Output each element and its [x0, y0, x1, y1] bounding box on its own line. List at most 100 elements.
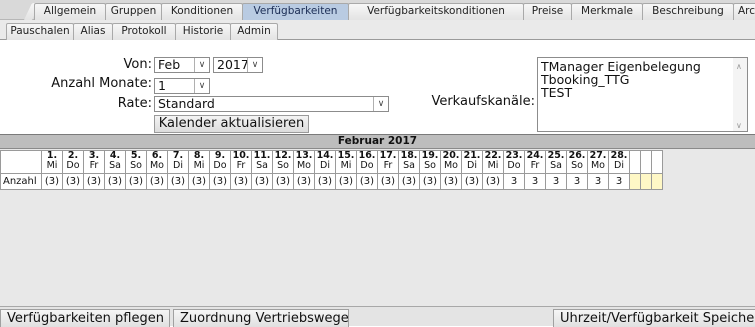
weekday: Do — [507, 160, 521, 171]
calendar-availability-cell[interactable]: (3) — [482, 173, 504, 190]
tab-konditionen[interactable]: Konditionen — [161, 3, 243, 20]
calendar-availability-cell[interactable]: 3 — [587, 173, 609, 190]
calendar-day-header: 12. So — [272, 150, 294, 174]
calendar-availability-cell[interactable]: (3) — [461, 173, 483, 190]
kalender-aktualisieren-button[interactable]: Kalender aktualisieren — [154, 115, 309, 133]
weekday: Mo — [296, 160, 311, 171]
weekday: Di — [614, 160, 624, 171]
weekday: Sa — [550, 160, 562, 171]
chevron-down-icon: ∨ — [373, 97, 388, 111]
weekday: Di — [320, 160, 330, 171]
von-label: Von: — [123, 57, 152, 72]
calendar-spacer-header — [640, 150, 652, 174]
calendar-day-header: 7. Di — [167, 150, 189, 174]
calendar-availability-cell[interactable]: (3) — [188, 173, 210, 190]
calendar-availability-cell[interactable]: 3 — [608, 173, 630, 190]
calendar-availability-cell[interactable]: (3) — [356, 173, 378, 190]
weekday: Fr — [530, 160, 540, 171]
calendar-day-header: 20. Mo — [440, 150, 462, 174]
calendar-day-header: 9. Do — [209, 150, 231, 174]
calendar-availability-cell[interactable]: (3) — [125, 173, 147, 190]
calendar-availability-cell[interactable]: 3 — [545, 173, 567, 190]
calendar-availability-cell[interactable]: (3) — [419, 173, 441, 190]
weekday: So — [424, 160, 436, 171]
subtab-admin[interactable]: Admin — [230, 23, 278, 40]
subtab-pauschalen[interactable]: Pauschalen — [6, 23, 74, 40]
calendar-availability-cell[interactable]: (3) — [314, 173, 336, 190]
calendar-day-header: 11. Sa — [251, 150, 273, 174]
calendar-month-title: Februar 2017 — [0, 134, 755, 149]
anzahl-monate-select[interactable]: 1 ∨ — [154, 78, 210, 94]
subtab-historie[interactable]: Historie — [175, 23, 231, 40]
calendar-availability-cell[interactable]: (3) — [104, 173, 126, 190]
tab-gruppen[interactable]: Gruppen — [105, 3, 162, 20]
tab-beschreibung[interactable]: Beschreibung — [642, 3, 734, 20]
tab-archiv[interactable]: Archiv — [733, 3, 755, 20]
calendar-day-header: 24. Fr — [524, 150, 546, 174]
tab-merkmale[interactable]: Merkmale — [571, 3, 643, 20]
calendar-day-header: 28. Di — [608, 150, 630, 174]
von-month-select[interactable]: Feb ∨ — [154, 57, 210, 73]
weekday: Sa — [403, 160, 415, 171]
tab-allgemein[interactable]: Allgemein — [34, 3, 106, 20]
tab-verfuegbarkeiten[interactable]: Verfügbarkeiten — [242, 3, 349, 20]
calendar-day-header: 25. Sa — [545, 150, 567, 174]
calendar-row-label: Anzahl — [0, 173, 42, 190]
subtab-alias[interactable]: Alias — [73, 23, 113, 40]
calendar-availability-cell[interactable]: (3) — [230, 173, 252, 190]
calendar-availability-cell[interactable]: (3) — [272, 173, 294, 190]
calendar-availability-cell[interactable]: 3 — [566, 173, 588, 190]
calendar-availability-cell[interactable]: (3) — [62, 173, 84, 190]
weekday: Mo — [590, 160, 605, 171]
calendar-availability-cell[interactable]: (3) — [377, 173, 399, 190]
weekday: Mi — [193, 160, 205, 171]
weekday: So — [277, 160, 289, 171]
tab-verfuegbarkeitskonditionen[interactable]: Verfügbarkeitskonditionen — [348, 3, 524, 20]
calendar-availability-cell[interactable]: (3) — [83, 173, 105, 190]
channel-item[interactable]: TEST — [541, 86, 747, 99]
calendar-day-header: 15. Mi — [335, 150, 357, 174]
subtab-protokoll[interactable]: Protokoll — [112, 23, 176, 40]
sub-tab-bar: Pauschalen Alias Protokoll Historie Admi… — [0, 20, 755, 40]
chevron-down-icon: ∨ — [247, 58, 262, 72]
calendar-day-header: 23. Do — [503, 150, 525, 174]
von-year-select[interactable]: 2017 ∨ — [213, 57, 263, 73]
von-year-value: 2017 — [217, 57, 249, 72]
calendar-day-header: 10. Fr — [230, 150, 252, 174]
verkaufskanaele-listbox[interactable]: TManager Eigenbelegung Tbooking_TTG TEST… — [537, 57, 748, 132]
scroll-down-icon[interactable]: ∨ — [736, 119, 742, 132]
calendar-availability-cell[interactable]: (3) — [335, 173, 357, 190]
calendar-day-header: 17. Fr — [377, 150, 399, 174]
anzahl-monate-value: 1 — [158, 78, 166, 93]
uhrzeit-verfuegbarkeit-speichern-button[interactable]: Uhrzeit/Verfügbarkeit Speichern — [553, 309, 755, 327]
scroll-up-icon[interactable]: ∧ — [736, 60, 742, 73]
calendar-availability-cell[interactable]: (3) — [41, 173, 63, 190]
calendar-spacer-cell — [640, 173, 652, 190]
rate-select[interactable]: Standard ∨ — [154, 96, 389, 112]
verfuegbarkeiten-pflegen-button[interactable]: Verfügbarkeiten pflegen — [0, 309, 170, 327]
calendar-availability-cell[interactable]: 3 — [524, 173, 546, 190]
calendar-availability-cell[interactable]: (3) — [146, 173, 168, 190]
bottom-action-bar: Verfügbarkeiten pflegen Zuordnung Vertri… — [0, 306, 755, 327]
weekday: Mi — [46, 160, 58, 171]
calendar-day-header: 4. Sa — [104, 150, 126, 174]
calendar-availability-cell[interactable]: (3) — [209, 173, 231, 190]
calendar-availability-cell[interactable]: (3) — [440, 173, 462, 190]
calendar-availability-cell[interactable]: (3) — [167, 173, 189, 190]
tab-preise[interactable]: Preise — [523, 3, 572, 20]
calendar-spacer-cell — [629, 173, 641, 190]
calendar-availability-cell[interactable]: 3 — [503, 173, 525, 190]
weekday: Mo — [443, 160, 458, 171]
calendar-availability-cell[interactable]: (3) — [251, 173, 273, 190]
calendar-availability-cell[interactable]: (3) — [293, 173, 315, 190]
weekday: Mi — [340, 160, 352, 171]
calendar-day-header: 5. So — [125, 150, 147, 174]
weekday: Di — [467, 160, 477, 171]
weekday: Do — [213, 160, 227, 171]
calendar-grid: 1. Mi 2. Do 3. Fr 4. Sa 5. So 6. Mo 7. Di 8. Mi 9. Do 10. F… — [0, 150, 663, 190]
weekday: Do — [66, 160, 80, 171]
calendar-availability-cell[interactable]: (3) — [398, 173, 420, 190]
listbox-scrollbar[interactable]: ∧ ∨ — [733, 58, 747, 131]
zuordnung-vertriebswege-button[interactable]: Zuordnung Vertriebswege — [173, 309, 349, 327]
calendar-day-header: 19. So — [419, 150, 441, 174]
